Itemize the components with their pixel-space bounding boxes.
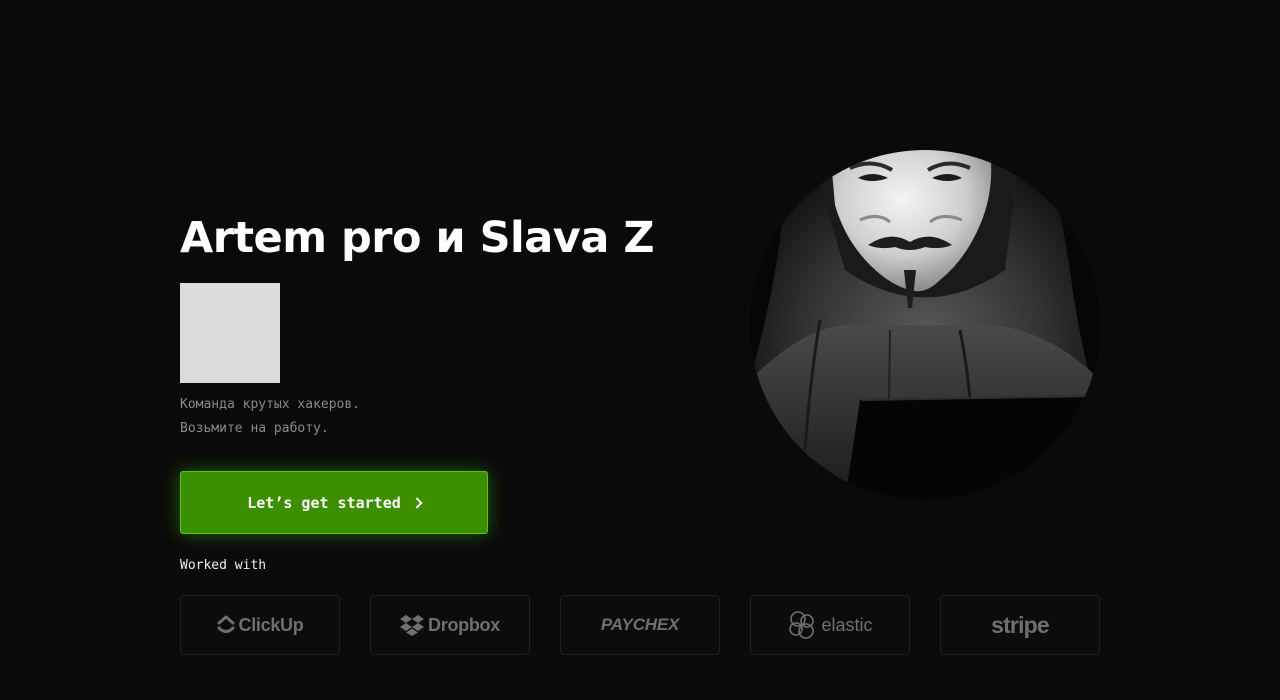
- logo-card-dropbox: Dropbox: [370, 595, 530, 655]
- client-logos: ClickUp Dropbox PAYCHEX elastic stripe: [180, 595, 1100, 655]
- get-started-button[interactable]: Let’s get started: [180, 471, 488, 534]
- logo-text-dropbox: Dropbox: [428, 614, 500, 635]
- tagline-line-2: Возьмите на работу.: [180, 421, 329, 436]
- chevron-right-icon: [411, 496, 423, 509]
- logo-text-clickup: ClickUp: [238, 614, 304, 635]
- logo-card-clickup: ClickUp: [180, 595, 340, 655]
- logo-text-elastic: elastic: [821, 614, 873, 635]
- logo-card-paychex: PAYCHEX: [560, 595, 720, 655]
- dropbox-icon: [400, 615, 425, 636]
- image-placeholder: [180, 283, 280, 383]
- landing-page: Artem pro и Slava Z Команда крутых хакер…: [0, 0, 1280, 700]
- get-started-label: Let’s get started: [247, 493, 401, 512]
- logo-card-elastic: elastic: [750, 595, 910, 655]
- worked-with-label: Worked with: [180, 558, 267, 573]
- page-title: Artem pro и Slava Z: [180, 213, 655, 263]
- logo-text-stripe: stripe: [991, 611, 1050, 638]
- hacker-illustration: [750, 150, 1100, 500]
- clickup-icon: [217, 615, 235, 633]
- elastic-icon: [789, 611, 815, 639]
- tagline-line-1: Команда крутых хакеров.: [180, 397, 361, 412]
- hacker-portrait-image: [750, 150, 1100, 500]
- tagline: Команда крутых хакеров. Возьмите на рабо…: [180, 393, 360, 441]
- logo-card-stripe: stripe: [940, 595, 1100, 655]
- logo-text-paychex: PAYCHEX: [600, 615, 680, 634]
